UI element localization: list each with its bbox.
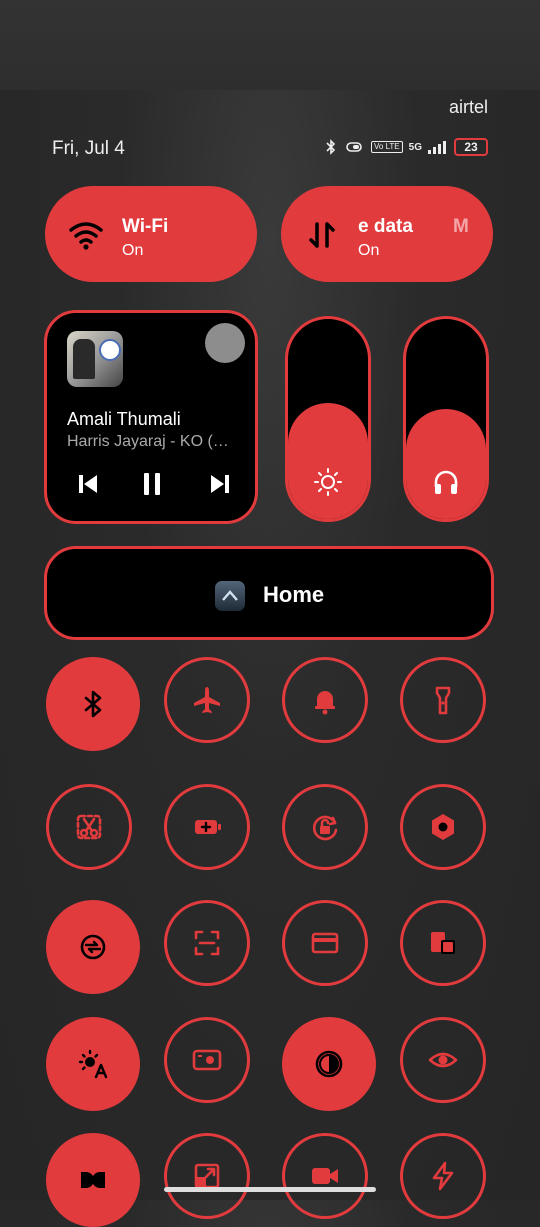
dark-mode-tile[interactable] [282, 1017, 376, 1111]
artist-name: Harris Jayaraj - KO (… [67, 433, 229, 450]
dolby-icon [81, 1172, 105, 1188]
mobile-data-state: On [358, 242, 380, 259]
rotation-lock-icon [312, 815, 338, 841]
battery-level: 23 [464, 140, 478, 154]
sync-icon [80, 934, 106, 960]
window-tile[interactable] [164, 1133, 250, 1219]
brightness-icon [314, 468, 342, 496]
flashlight-tile[interactable] [400, 657, 486, 743]
auto-brightness-tile[interactable] [46, 1017, 140, 1111]
data-arrows-icon [309, 222, 335, 248]
bolt-icon [432, 1161, 454, 1191]
battery-indicator: 23 [454, 138, 488, 156]
screen-cast-tile[interactable] [400, 900, 486, 986]
media-player[interactable]: Amali Thumali Harris Jayaraj - KO (… [44, 310, 258, 524]
signal-icon [428, 141, 446, 154]
airplane-icon [194, 687, 220, 713]
wallet-tile[interactable] [282, 900, 368, 986]
contrast-icon [315, 1050, 343, 1078]
brightness-fill [288, 403, 368, 519]
camera-icon [192, 1049, 222, 1071]
nut-icon [432, 814, 454, 840]
home-device-button[interactable]: Home [44, 546, 494, 640]
devices-icon [431, 932, 455, 954]
home-label: Home [263, 582, 325, 607]
scanner-tile[interactable] [164, 900, 250, 986]
mobile-data-title: e data [358, 216, 413, 237]
mobile-data-title-trail: M [453, 216, 469, 237]
screen-record-tile[interactable] [282, 1133, 368, 1219]
dolby-tile[interactable] [46, 1133, 140, 1227]
bluetooth-status-icon [326, 139, 336, 155]
gesture-handle[interactable] [164, 1187, 376, 1192]
next-track-icon[interactable] [205, 469, 235, 499]
song-title: Amali Thumali [67, 409, 181, 429]
previous-track-icon[interactable] [73, 469, 103, 499]
camera-tile[interactable] [164, 1017, 250, 1103]
battery-saver-tile[interactable] [164, 784, 250, 870]
wifi-toggle[interactable]: Wi-Fi On [45, 186, 257, 282]
wifi-state: On [122, 242, 144, 259]
output-device-button[interactable] [205, 323, 245, 363]
date-label: Fri, Jul 4 [52, 138, 125, 159]
bluetooth-tile[interactable] [46, 657, 140, 751]
carrier-name: airtel [448, 97, 488, 117]
pause-icon[interactable] [137, 469, 167, 499]
sync-tile[interactable] [46, 900, 140, 994]
wifi-title: Wi-Fi [122, 216, 169, 237]
settings-tile[interactable] [400, 784, 486, 870]
volume-slider[interactable] [403, 316, 489, 522]
volte-badge: Vo LTE [371, 141, 403, 153]
screenshot-tile[interactable] [46, 784, 132, 870]
sun-a-icon [78, 1049, 108, 1079]
eye-comfort-tile[interactable] [400, 1017, 486, 1103]
bell-icon [315, 691, 335, 715]
network-type: 5G [408, 141, 422, 153]
status-bar: airtel Fri, Jul 4 Vo LTE 5G 23 [0, 0, 540, 170]
bluetooth-icon [84, 690, 102, 718]
auto-rotate-tile[interactable] [282, 784, 368, 870]
power-saver-tile[interactable] [400, 1133, 486, 1219]
home-app-icon [215, 581, 245, 611]
system-icons: Vo LTE 5G 23 [325, 138, 488, 156]
card-icon [311, 932, 339, 954]
scan-icon [194, 930, 220, 956]
scissors-icon [76, 814, 102, 840]
album-art[interactable] [67, 331, 123, 387]
wifi-icon [69, 222, 103, 250]
airplane-mode-tile[interactable] [164, 657, 250, 743]
brightness-slider[interactable] [285, 316, 371, 522]
headphones-icon [434, 470, 458, 494]
mobile-data-toggle[interactable]: e data M On [281, 186, 493, 282]
sound-tile[interactable] [282, 657, 368, 743]
flashlight-icon [435, 686, 451, 715]
vibrate-status-icon [346, 142, 362, 152]
eye-icon [428, 1052, 458, 1068]
battery-plus-icon [195, 820, 221, 834]
volume-fill [406, 409, 486, 519]
